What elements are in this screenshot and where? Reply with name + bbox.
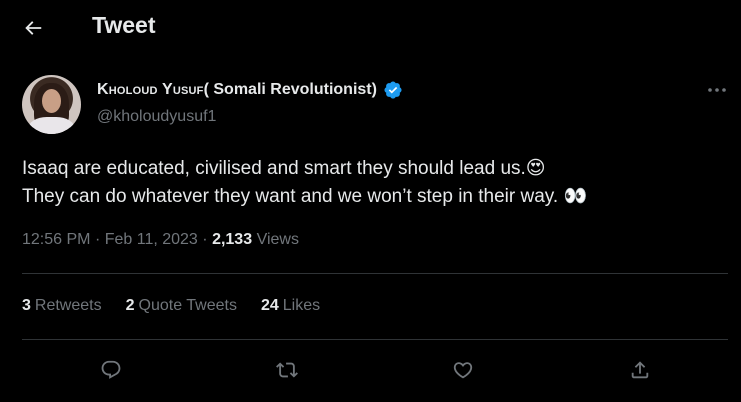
tweet-line-1-text: Isaaq are educated, civilised and smart …: [22, 158, 526, 179]
author-name-primary: Kholoud Yusuf: [97, 81, 204, 98]
tweet-actions: [0, 352, 741, 388]
author-handle[interactable]: @kholoudyusuf1: [97, 108, 216, 126]
tweet-stats: 3 Retweets 2 Quote Tweets 24 Likes: [22, 297, 344, 315]
quote-tweets-stat[interactable]: 2 Quote Tweets: [126, 297, 237, 315]
page-title: Tweet: [92, 12, 156, 38]
share-button[interactable]: [622, 352, 658, 388]
views-label: Views: [256, 231, 299, 248]
likes-count: 24: [260, 297, 279, 314]
meta-separator: ·: [94, 231, 105, 248]
views-count: 2,133: [212, 231, 253, 248]
tweet-date[interactable]: Feb 11, 2023: [105, 231, 198, 248]
eyes-emoji-icon: 👀: [563, 186, 588, 207]
quote-tweets-label: Quote Tweets: [138, 297, 237, 314]
tweet-line-2: They can do whatever they want and we wo…: [22, 183, 722, 211]
avatar-shirt: [28, 117, 75, 134]
header: Tweet: [0, 0, 741, 54]
tweet-text: Isaaq are educated, civilised and smart …: [22, 155, 722, 211]
tweet-line-2-text: They can do whatever they want and we wo…: [22, 186, 564, 207]
retweet-icon: [276, 362, 298, 378]
meta-separator: ·: [202, 231, 213, 248]
verified-badge-icon: [384, 81, 402, 99]
tweet-meta: 12:56 PM · Feb 11, 2023 · 2,133 Views: [22, 231, 299, 249]
tweet-line-1: Isaaq are educated, civilised and smart …: [22, 155, 722, 183]
divider: [22, 273, 728, 274]
like-icon: [453, 362, 473, 379]
back-arrow-icon: [25, 21, 42, 35]
more-button[interactable]: [705, 80, 729, 100]
divider: [22, 339, 728, 340]
retweet-button[interactable]: [269, 352, 305, 388]
likes-label: Likes: [282, 297, 321, 314]
author-name-suffix: ( Somali Revolutionist): [203, 81, 377, 98]
tweet-time[interactable]: 12:56 PM: [22, 231, 90, 248]
back-button[interactable]: [18, 13, 48, 43]
heart-eyes-emoji-icon: 😍: [525, 158, 546, 179]
like-button[interactable]: [445, 352, 481, 388]
more-icon: [708, 88, 726, 92]
author-name[interactable]: Kholoud Yusuf ( Somali Revolutionist): [97, 80, 403, 100]
avatar-face: [42, 89, 61, 113]
share-icon: [631, 361, 649, 379]
retweets-count: 3: [22, 297, 31, 314]
quote-tweets-count: 2: [125, 297, 135, 314]
reply-button[interactable]: [93, 352, 129, 388]
likes-stat[interactable]: 24 Likes: [261, 297, 320, 315]
retweets-label: Retweets: [34, 297, 102, 314]
reply-icon: [101, 360, 121, 379]
retweets-stat[interactable]: 3 Retweets: [22, 297, 102, 315]
avatar[interactable]: [22, 75, 81, 134]
